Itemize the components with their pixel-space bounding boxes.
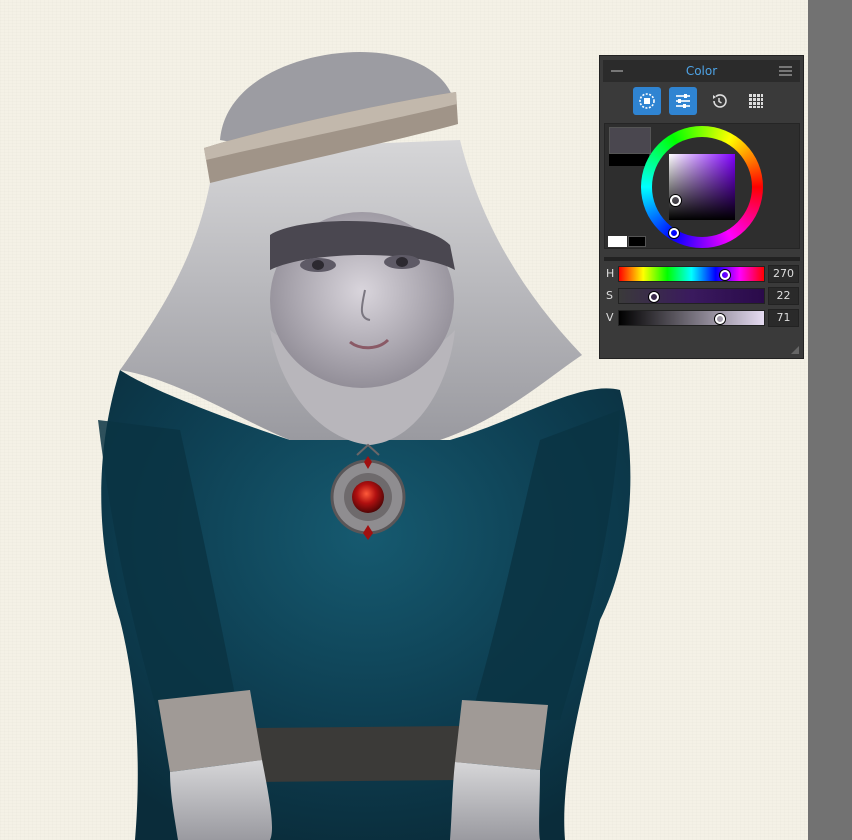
- hue-value[interactable]: 270: [768, 265, 799, 283]
- color-panel: Color H 270 S 22 V 71: [599, 55, 804, 359]
- left-cuff: [158, 690, 262, 772]
- background-color-swatch[interactable]: [609, 154, 649, 166]
- value-value[interactable]: 71: [768, 309, 799, 327]
- resize-grip-icon[interactable]: [791, 346, 799, 354]
- panel-title: Color: [685, 64, 718, 78]
- saturation-slider[interactable]: [618, 288, 765, 304]
- value-slider-row: V 71: [600, 309, 805, 327]
- panel-menu-icon[interactable]: [779, 66, 792, 76]
- color-mode-tabs: [600, 87, 805, 115]
- saturation-value[interactable]: 22: [768, 287, 799, 305]
- history-icon[interactable]: [705, 87, 733, 115]
- sv-cursor[interactable]: [670, 195, 681, 206]
- value-label: V: [606, 311, 614, 324]
- panel-divider: [604, 257, 800, 261]
- saturation-value-square[interactable]: [669, 154, 735, 220]
- hue-label: H: [606, 267, 615, 280]
- foreground-color-swatch[interactable]: [609, 127, 651, 154]
- belt: [246, 726, 468, 782]
- saturation-label: S: [606, 289, 613, 302]
- right-scroll-gutter[interactable]: [808, 0, 852, 840]
- saturation-slider-knob[interactable]: [648, 292, 659, 302]
- hue-wheel[interactable]: [641, 126, 763, 248]
- value-slider[interactable]: [618, 310, 765, 326]
- saturation-slider-row: S 22: [600, 287, 805, 305]
- white-swatch[interactable]: [608, 236, 627, 247]
- hue-slider-knob[interactable]: [720, 270, 731, 280]
- color-picker-area: [604, 123, 800, 249]
- panel-header[interactable]: Color: [603, 60, 800, 82]
- right-cuff: [455, 700, 548, 770]
- wheel-mode-icon[interactable]: [633, 87, 661, 115]
- black-swatch[interactable]: [628, 236, 646, 247]
- sliders-icon[interactable]: [669, 87, 697, 115]
- hue-cursor[interactable]: [669, 228, 679, 238]
- hue-slider-row: H 270: [600, 265, 805, 283]
- palette-grid-icon[interactable]: [742, 87, 770, 115]
- value-slider-knob[interactable]: [714, 314, 725, 324]
- hue-slider[interactable]: [618, 266, 765, 282]
